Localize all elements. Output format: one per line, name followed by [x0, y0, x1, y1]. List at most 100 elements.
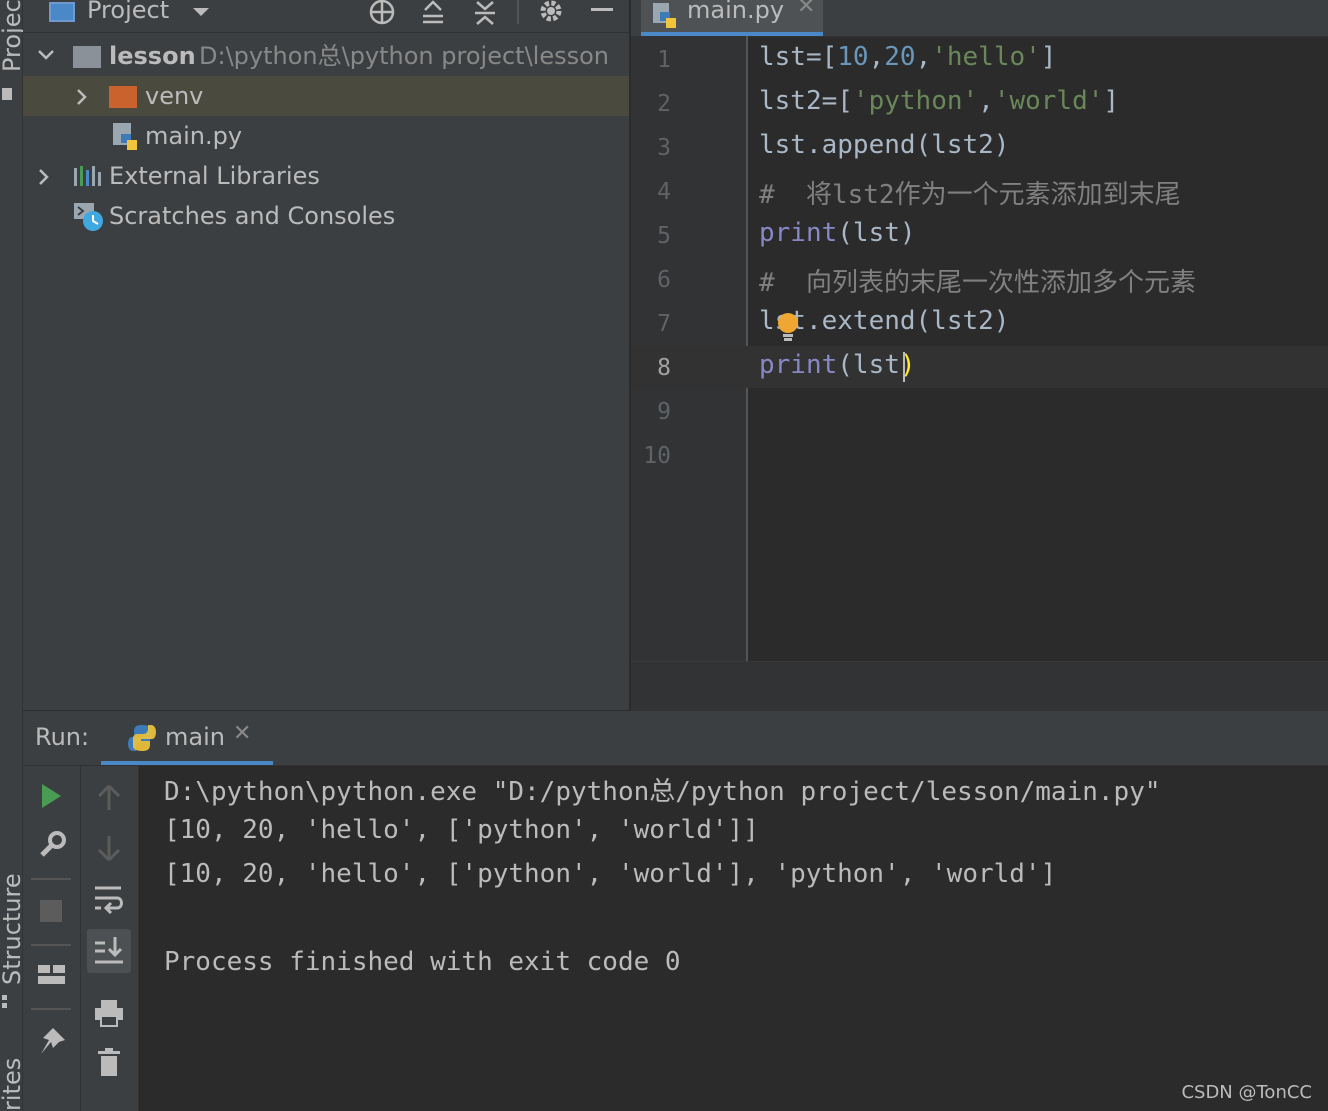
watermark: CSDN @TonCC: [1181, 1082, 1312, 1103]
close-icon[interactable]: ✕: [233, 721, 251, 746]
tab-main-py[interactable]: main.py ✕: [641, 0, 823, 36]
folder-icon: [109, 86, 137, 108]
trash-icon[interactable]: [97, 1048, 121, 1078]
pin-icon[interactable]: [37, 1026, 67, 1056]
line-number: 4: [657, 179, 671, 205]
layout-icon[interactable]: [37, 962, 67, 988]
tree-item-label: External Libraries: [109, 162, 320, 190]
code-line[interactable]: lst.append(lst2): [759, 130, 1009, 160]
code-token: ]: [1103, 86, 1120, 116]
code-comment: # 向列表的末尾一次性添加多个元素: [759, 268, 1196, 298]
line-number: 1: [657, 47, 671, 73]
tree-item-venv[interactable]: venv: [23, 76, 629, 116]
divider: [517, 0, 519, 24]
code-token: print: [759, 350, 838, 380]
arrow-down-icon[interactable]: [97, 834, 121, 862]
divider: [31, 1008, 71, 1010]
tree-item-label: Scratches and Consoles: [109, 202, 396, 230]
code-line[interactable]: lst=[10,20,'hello']: [759, 42, 1056, 72]
run-tab-main[interactable]: main ✕: [101, 711, 273, 765]
expand-all-icon[interactable]: [421, 0, 445, 26]
code-token: ,: [978, 86, 994, 116]
console-line: [10, 20, 'hello', ['python', 'world'], '…: [164, 859, 1057, 889]
scratches-icon: [74, 203, 103, 231]
left-tool-stripe: Project Structure rites: [0, 0, 26, 1111]
python-file-icon: [653, 3, 676, 28]
project-panel-title[interactable]: Project: [87, 0, 169, 24]
code-token: lst.append(lst2): [759, 130, 1010, 160]
console-line: Process finished with exit code 0: [164, 947, 681, 977]
code-line[interactable]: print(lst): [759, 350, 916, 380]
tree-item-scratches[interactable]: Scratches and Consoles: [23, 196, 629, 236]
code-token: lst=[: [759, 42, 838, 72]
code-line[interactable]: # 将lst2作为一个元素添加到末尾: [759, 174, 1181, 211]
scroll-to-end-button[interactable]: [87, 929, 131, 973]
project-panel-header: Project: [23, 0, 629, 33]
divider: [31, 878, 71, 880]
tree-item-main-py[interactable]: main.py: [23, 116, 629, 156]
code-token: (lst): [837, 218, 916, 248]
tree-item-path: D:\python总\python project\lesson: [199, 42, 609, 70]
arrow-up-icon[interactable]: [97, 784, 121, 812]
line-number: 2: [657, 91, 671, 117]
tree-item-lesson[interactable]: lesson D:\python总\python project\lesson: [23, 36, 629, 76]
code-token: lst2=[: [759, 86, 853, 116]
wrench-icon[interactable]: [37, 830, 67, 860]
python-file-icon: [113, 123, 137, 150]
tree-item-external-libraries[interactable]: External Libraries: [23, 156, 629, 196]
scroll-to-end-icon: [95, 937, 123, 964]
code-token: 'world': [993, 86, 1104, 116]
folder-icon: [73, 46, 101, 68]
tree-item-label: venv: [145, 82, 204, 110]
divider: [31, 944, 71, 946]
soft-wrap-icon[interactable]: [93, 884, 125, 914]
chevron-down-icon[interactable]: [37, 48, 55, 62]
run-toolbar-secondary: [81, 766, 139, 1111]
line-number: 3: [657, 135, 671, 161]
gear-icon[interactable]: [537, 0, 565, 26]
run-panel-header: Run: main ✕: [23, 711, 1328, 766]
tree-item-label: lesson: [109, 42, 196, 70]
folder-icon: [2, 88, 12, 100]
stop-icon[interactable]: [40, 900, 62, 922]
line-number: 9: [657, 399, 671, 425]
current-line-highlight: [631, 346, 1328, 388]
code-token: 20: [884, 42, 916, 72]
close-icon[interactable]: ✕: [797, 0, 815, 19]
code-line[interactable]: # 向列表的末尾一次性添加多个元素: [759, 262, 1196, 299]
code-token: 10: [837, 42, 869, 72]
code-line[interactable]: lst2=['python','world']: [759, 86, 1119, 116]
print-icon[interactable]: [93, 998, 125, 1028]
python-icon: [128, 725, 156, 751]
run-tab-label: main: [165, 723, 225, 751]
code-comment: # 将lst2作为一个元素添加到末尾: [759, 180, 1181, 210]
code-token: 'python': [852, 86, 979, 116]
collapse-all-icon[interactable]: [473, 0, 497, 26]
code-editor: main.py ✕ 1 2 3 4 5 6 7 8 9 10 lst=[10,2…: [631, 0, 1328, 711]
lightbulb-icon[interactable]: [777, 312, 799, 342]
console-line: D:\python\python.exe "D:/python总/python …: [164, 777, 1161, 807]
editor-tab-bar: main.py ✕: [631, 0, 1328, 37]
hide-panel-icon[interactable]: [591, 8, 613, 11]
code-token: (lst: [837, 350, 900, 380]
code-token: ]: [1040, 42, 1057, 72]
line-number: 6: [657, 267, 671, 293]
chevron-right-icon[interactable]: [75, 88, 89, 106]
chevron-right-icon[interactable]: [37, 168, 51, 186]
code-token: print: [759, 218, 838, 248]
library-icon: [74, 166, 101, 186]
code-token: ,: [915, 42, 932, 72]
chevron-down-icon[interactable]: [191, 6, 211, 18]
console-line: [10, 20, 'hello', ['python', 'world']]: [164, 815, 759, 845]
project-view-icon: [49, 2, 75, 22]
run-toolbar-primary: [23, 766, 81, 1111]
line-number: 10: [643, 443, 671, 469]
line-number: 7: [657, 311, 671, 337]
rerun-icon[interactable]: [39, 782, 63, 810]
code-line[interactable]: print(lst): [759, 218, 916, 248]
locate-icon[interactable]: [367, 0, 397, 26]
editor-bottom-area: [631, 661, 1328, 711]
tab-label: main.py: [687, 0, 785, 24]
tree-item-label: main.py: [145, 122, 243, 150]
line-number: 5: [657, 223, 671, 249]
